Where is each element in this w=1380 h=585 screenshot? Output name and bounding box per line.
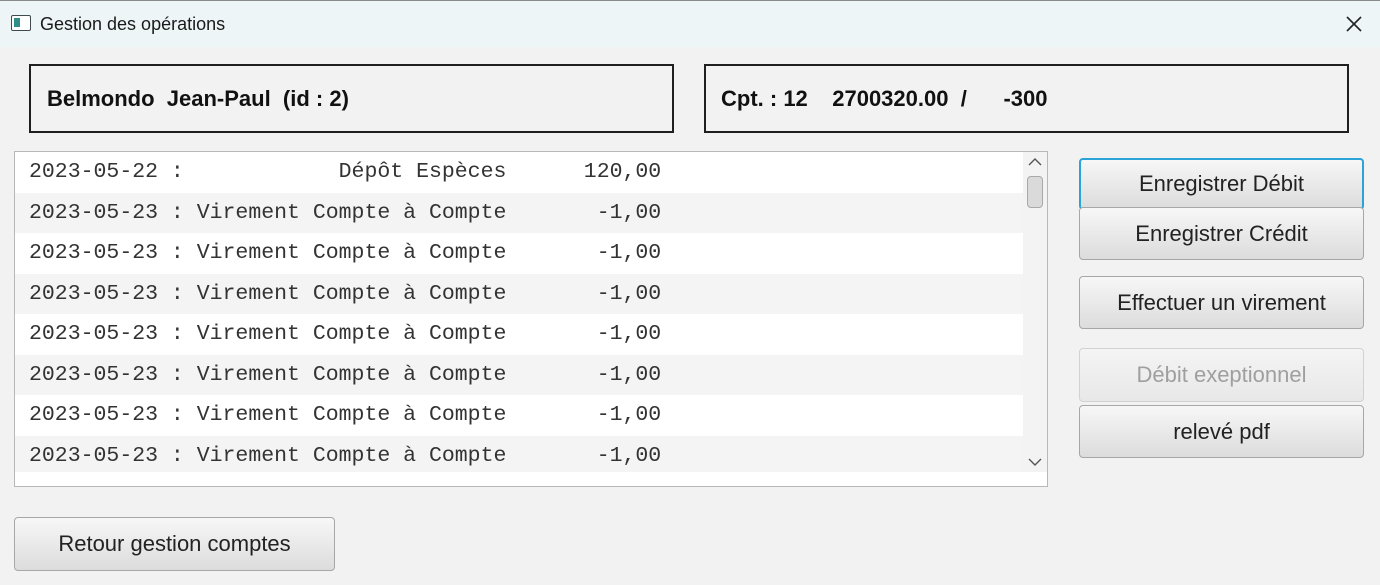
operations-rows: 2023-05-22 : Dépôt Espèces 120,00 2023-05… [15, 152, 1023, 472]
register-credit-button[interactable]: Enregistrer Crédit [1079, 207, 1364, 260]
client-info-box: Belmondo Jean-Paul (id : 2) [29, 64, 674, 133]
vertical-scrollbar[interactable] [1023, 152, 1047, 472]
close-icon [1346, 16, 1362, 32]
scroll-up-arrow-icon[interactable] [1027, 154, 1043, 170]
account-info-box: Cpt. : 12 2700320.00 / -300 [704, 64, 1349, 133]
client-info-label: Belmondo Jean-Paul (id : 2) [47, 85, 349, 111]
exceptional-debit-button[interactable]: Débit exeptionnel [1079, 348, 1364, 402]
list-item[interactable]: 2023-05-23 : Virement Compte à Compte -1… [15, 192, 1023, 233]
list-item[interactable]: 2023-05-23 : Virement Compte à Compte -1… [15, 233, 1023, 274]
list-item[interactable]: 2023-05-23 : Virement Compte à Compte -1… [15, 314, 1023, 355]
close-button[interactable] [1334, 7, 1374, 41]
back-to-accounts-button[interactable]: Retour gestion comptes [14, 517, 335, 571]
list-item[interactable]: 2023-05-22 : Dépôt Espèces 120,00 [15, 152, 1023, 193]
window-title: Gestion des opérations [40, 14, 226, 34]
operations-window: Gestion des opérations Belmondo Jean-Pau… [0, 0, 1380, 585]
app-window-icon [11, 15, 31, 31]
pdf-statement-button[interactable]: relevé pdf [1079, 405, 1364, 458]
transfer-button[interactable]: Effectuer un virement [1079, 276, 1364, 329]
scroll-down-arrow-icon[interactable] [1027, 454, 1043, 470]
list-item[interactable]: 2023-05-23 : Virement Compte à Compte -1… [15, 435, 1023, 472]
account-info-label: Cpt. : 12 2700320.00 / -300 [721, 85, 1048, 111]
title-bar: Gestion des opérations [0, 0, 1380, 47]
list-bottom-area [15, 472, 1047, 486]
list-item[interactable]: 2023-05-23 : Virement Compte à Compte -1… [15, 354, 1023, 395]
operations-list[interactable]: 2023-05-22 : Dépôt Espèces 120,00 2023-05… [14, 151, 1048, 487]
list-item[interactable]: 2023-05-23 : Virement Compte à Compte -1… [15, 395, 1023, 436]
scrollbar-thumb[interactable] [1027, 176, 1043, 208]
register-debit-button[interactable]: Enregistrer Débit [1079, 158, 1364, 210]
list-item[interactable]: 2023-05-23 : Virement Compte à Compte -1… [15, 273, 1023, 314]
